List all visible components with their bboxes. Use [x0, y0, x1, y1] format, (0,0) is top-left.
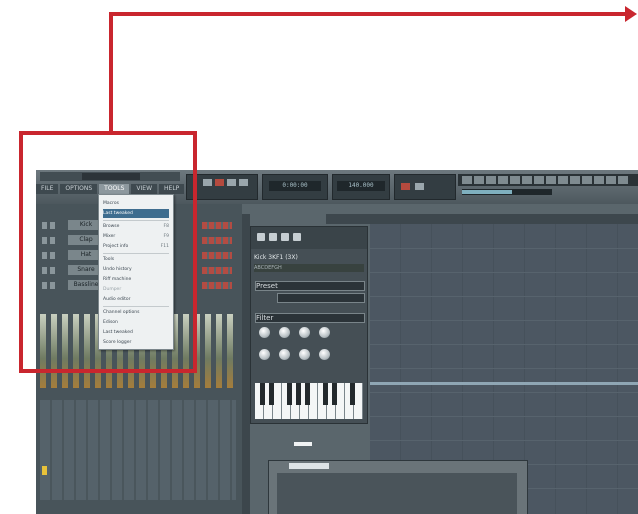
time-display: 0:00:00 — [269, 181, 321, 191]
roll-grid-line — [370, 392, 638, 393]
annotation-connector-vertical — [109, 12, 113, 132]
plugin-window: Kick 3KF1 (3X) ABCDEFGH Preset Filter — [250, 226, 368, 424]
master-knob[interactable] — [42, 466, 47, 475]
mixer-fader[interactable] — [205, 314, 211, 388]
preset-selector[interactable]: Preset — [255, 281, 365, 291]
tool-icon[interactable] — [594, 176, 604, 184]
channel-step-buttons[interactable] — [202, 282, 232, 289]
annotation-connector-horizontal — [109, 12, 630, 16]
channel-step-buttons[interactable] — [202, 267, 232, 274]
plugin-prev-icon[interactable] — [269, 233, 277, 241]
channel-step-buttons[interactable] — [202, 252, 232, 259]
roll-grid-line — [370, 320, 638, 321]
play-button[interactable] — [203, 179, 212, 186]
plugin-close-icon[interactable] — [293, 233, 301, 241]
filter-section: Filter — [255, 313, 365, 323]
record-arm-button[interactable] — [401, 183, 410, 190]
tool-icon[interactable] — [582, 176, 592, 184]
tool-strip — [458, 174, 638, 186]
tool-icon[interactable] — [606, 176, 616, 184]
mixer-fader[interactable] — [216, 314, 222, 388]
plugin-menu-icon[interactable] — [257, 233, 265, 241]
tool-icon[interactable] — [558, 176, 568, 184]
stop-button[interactable] — [215, 179, 224, 186]
tool-icon[interactable] — [486, 176, 496, 184]
release-knob[interactable] — [299, 349, 310, 360]
resonance-knob[interactable] — [279, 327, 290, 338]
tool-icon[interactable] — [546, 176, 556, 184]
program-selector[interactable] — [277, 293, 365, 303]
annotation-highlight-box — [19, 131, 197, 373]
tempo-display-panel: 140.000 — [332, 174, 390, 200]
roll-grid-line — [370, 440, 638, 441]
time-display-panel: 0:00:00 — [262, 174, 328, 200]
roll-grid-line — [370, 272, 638, 273]
roll-grid-line — [370, 344, 638, 345]
mixer-inserts — [40, 400, 236, 500]
mixer-fader[interactable] — [227, 314, 233, 388]
pattern-mode-button[interactable] — [239, 179, 248, 186]
sustain-knob[interactable] — [279, 349, 290, 360]
record-button[interactable] — [227, 179, 236, 186]
playlist-tab[interactable] — [289, 463, 329, 469]
selection-marker — [294, 442, 312, 446]
volume-knob[interactable] — [319, 349, 330, 360]
channel-step-buttons[interactable] — [202, 222, 232, 229]
tool-icon[interactable] — [570, 176, 580, 184]
tool-icon[interactable] — [618, 176, 628, 184]
tempo-display[interactable]: 140.000 — [337, 181, 385, 191]
envelope-knob[interactable] — [299, 327, 310, 338]
plugin-next-icon[interactable] — [281, 233, 289, 241]
roll-grid-line — [370, 416, 638, 417]
attack-knob[interactable] — [259, 349, 270, 360]
tool-icon[interactable] — [498, 176, 508, 184]
plugin-subtitle: ABCDEFGH — [254, 264, 364, 272]
playlist-window — [268, 460, 528, 514]
metronome-button[interactable] — [415, 183, 424, 190]
plugin-title: Kick 3KF1 (3X) — [254, 254, 298, 261]
playlist-track-area[interactable] — [277, 473, 517, 514]
timeline-ruler[interactable] — [326, 214, 638, 224]
tool-icon[interactable] — [462, 176, 472, 184]
roll-grid-line — [370, 248, 638, 249]
cutoff-knob[interactable] — [259, 327, 270, 338]
piano-keyboard[interactable] — [255, 383, 363, 419]
tool-icon[interactable] — [522, 176, 532, 184]
master-volume-fill — [462, 190, 512, 194]
tool-icon[interactable] — [510, 176, 520, 184]
master-volume-slider[interactable] — [462, 189, 552, 195]
panel-divider — [242, 214, 250, 514]
channel-step-buttons[interactable] — [202, 237, 232, 244]
decay-knob[interactable] — [319, 327, 330, 338]
roll-grid-line — [370, 296, 638, 297]
plugin-toolbar — [251, 227, 367, 249]
annotation-arrow-icon — [625, 6, 637, 22]
tool-icon[interactable] — [474, 176, 484, 184]
cpu-meter-panel — [394, 174, 456, 200]
tool-icon[interactable] — [534, 176, 544, 184]
playhead-line — [370, 382, 638, 385]
roll-grid-line — [370, 368, 638, 369]
